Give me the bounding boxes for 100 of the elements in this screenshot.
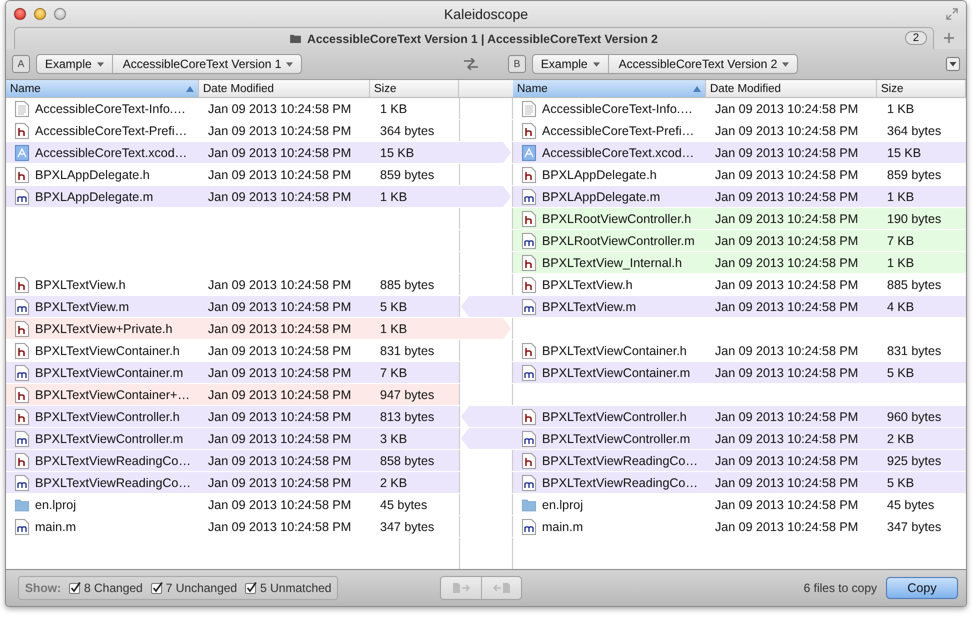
checkbox[interactable] (245, 582, 258, 594)
date-modified: Jan 09 2013 10:24:58 PM (715, 168, 858, 182)
file-name: BPXLRootViewController.m (542, 234, 695, 248)
path-segment[interactable]: AccessibleCoreText Version 1 (112, 55, 302, 73)
header-file-icon (15, 122, 29, 138)
file-size: 5 KB (380, 300, 408, 314)
column-header[interactable]: Date Modified (706, 80, 877, 97)
column-header[interactable]: Name (6, 80, 199, 97)
date-modified: Jan 09 2013 10:24:58 PM (715, 278, 858, 292)
date-modified: Jan 09 2013 10:24:58 PM (715, 454, 858, 468)
file-row[interactable]: BPXLTextView.m Jan 09 2013 10:24:58 PM 5 KB (6, 296, 459, 317)
filter-checkbox[interactable]: 8 Changed (69, 581, 143, 595)
file-name: BPXLTextView.m (542, 300, 636, 314)
date-modified: Jan 09 2013 10:24:58 PM (715, 410, 858, 424)
path-control[interactable]: Example AccessibleCoreText Version 1 (36, 54, 302, 74)
header-file-icon (522, 452, 536, 468)
window-title: Kaleidoscope (444, 6, 528, 22)
checkbox[interactable] (150, 582, 163, 594)
file-size: 347 bytes (380, 520, 434, 534)
path-control[interactable]: Example AccessibleCoreText Version 2 (532, 54, 798, 74)
path-segment[interactable]: Example (532, 55, 609, 73)
zoom-button[interactable] (54, 8, 66, 20)
file-row[interactable]: BPXLTextViewReadingCo… Jan 09 2013 10:24:58 PM 5 KB (513, 472, 966, 493)
file-name: BPXLTextViewController.m (35, 432, 184, 446)
sort-ascending-icon (186, 86, 194, 92)
file-size: 2 KB (887, 432, 914, 446)
checkbox[interactable] (69, 582, 81, 594)
file-size: 190 bytes (887, 212, 942, 226)
date-modified: Jan 09 2013 10:24:58 PM (208, 366, 352, 380)
date-modified: Jan 09 2013 10:24:58 PM (715, 146, 858, 160)
column-header[interactable]: Size (877, 80, 966, 97)
file-size: 15 KB (380, 146, 414, 160)
date-modified: Jan 09 2013 10:24:58 PM (208, 432, 352, 446)
date-modified: Jan 09 2013 10:24:58 PM (715, 366, 858, 380)
source-file-icon (15, 364, 29, 380)
source-file-icon (522, 474, 536, 490)
file-name: BPXLTextViewReadingCo… (35, 454, 191, 468)
file-row[interactable]: BPXLTextViewContainer.m Jan 09 2013 10:24:58 PM 7 KB (6, 362, 459, 383)
file-row[interactable]: BPXLTextViewController.m Jan 09 2013 10:24:58 PM 3 KB (6, 428, 459, 449)
date-modified: Jan 09 2013 10:24:58 PM (715, 234, 858, 248)
file-row[interactable]: BPXLTextViewController.h Jan 09 2013 10:24:58 PM 813 bytes (6, 406, 459, 427)
column-header[interactable]: Size (370, 80, 459, 97)
header-file-icon (15, 452, 29, 468)
project-file-icon (15, 144, 29, 160)
header-file-icon (522, 166, 536, 182)
file-name: BPXLTextView.h (542, 278, 633, 292)
file-row[interactable]: BPXLTextView_Internal.h Jan 09 2013 10:24:58 PM 1 KB (513, 252, 966, 273)
file-row[interactable]: AccessibleCoreText.xcod… Jan 09 2013 10:24:58 PM 15 KB (513, 142, 966, 163)
file-name: AccessibleCoreText-Info.… (542, 102, 693, 116)
date-modified: Jan 09 2013 10:24:58 PM (208, 124, 352, 138)
file-row[interactable]: BPXLRootViewController.m Jan 09 2013 10:24:58 PM 7 KB (513, 230, 966, 251)
fullscreen-icon[interactable] (946, 8, 958, 20)
source-file-icon (15, 518, 29, 534)
date-modified: Jan 09 2013 10:24:58 PM (715, 102, 858, 116)
copy-button[interactable]: Copy (886, 577, 958, 599)
file-name: BPXLTextViewReadingCo… (542, 476, 698, 490)
file-name: BPXLAppDelegate.h (542, 168, 657, 182)
swap-icon[interactable] (463, 58, 480, 70)
file-row[interactable]: BPXLTextViewReadingCo… Jan 09 2013 10:24:58 PM 2 KB (6, 472, 459, 493)
file-size: 5 KB (887, 476, 914, 490)
file-size: 831 bytes (887, 344, 942, 358)
file-name: BPXLTextViewReadingCo… (35, 476, 191, 490)
filter-checkbox[interactable]: 7 Unchanged (150, 581, 238, 595)
add-tab-icon[interactable] (944, 33, 954, 43)
caret-icon (96, 62, 104, 66)
date-modified: Jan 09 2013 10:24:58 PM (208, 102, 352, 116)
path-segment[interactable]: AccessibleCoreText Version 2 (608, 55, 798, 73)
date-modified: Jan 09 2013 10:24:58 PM (208, 146, 352, 160)
file-name: BPXLTextView.h (35, 278, 126, 292)
file-size: 1 KB (887, 102, 914, 116)
path-segment[interactable]: Example (37, 55, 113, 73)
file-row[interactable]: BPXLAppDelegate.m Jan 09 2013 10:24:58 PM 1 KB (513, 186, 966, 207)
file-row[interactable]: BPXLTextViewContainer+… Jan 09 2013 10:24:58 PM 947 bytes (6, 384, 459, 405)
file-size: 15 KB (887, 146, 922, 160)
file-name: BPXLAppDelegate.h (35, 168, 150, 182)
date-modified: Jan 09 2013 10:24:58 PM (208, 498, 352, 512)
filter-checkbox[interactable]: 5 Unmatched (245, 581, 332, 595)
file-size: 947 bytes (380, 388, 434, 402)
file-row[interactable]: BPXLTextViewReadingCo… Jan 09 2013 10:24:58 PM 925 bytes (513, 450, 966, 471)
close-button[interactable] (14, 8, 26, 20)
header-file-icon (522, 408, 536, 424)
source-file-icon (522, 364, 536, 380)
column-header[interactable]: Date Modified (199, 80, 370, 97)
file-row[interactable]: BPXLTextViewContainer.m Jan 09 2013 10:24:58 PM 5 KB (513, 362, 966, 383)
file-row[interactable]: BPXLRootViewController.h Jan 09 2013 10:24:58 PM 190 bytes (513, 208, 966, 229)
file-size: 960 bytes (887, 410, 942, 424)
dropdown-button[interactable] (946, 57, 960, 71)
document-tab[interactable]: AccessibleCoreText Version 1 | AccessibleCoreText Version 2 2 (14, 27, 934, 49)
file-size: 364 bytes (380, 124, 434, 138)
file-name: BPXLTextViewContainer+… (35, 388, 190, 402)
minimize-button[interactable] (34, 8, 46, 20)
file-name: AccessibleCoreText.xcod… (542, 146, 694, 160)
file-row[interactable]: BPXLTextViewReadingCo… Jan 09 2013 10:24:58 PM 858 bytes (6, 450, 459, 471)
file-size: 885 bytes (887, 278, 942, 292)
date-modified: Jan 09 2013 10:24:58 PM (715, 476, 858, 490)
date-modified: Jan 09 2013 10:24:58 PM (208, 168, 352, 182)
header-file-icon (522, 254, 536, 270)
date-modified: Jan 09 2013 10:24:58 PM (715, 520, 858, 534)
date-modified: Jan 09 2013 10:24:58 PM (715, 300, 858, 314)
column-header[interactable]: Name (513, 80, 706, 97)
